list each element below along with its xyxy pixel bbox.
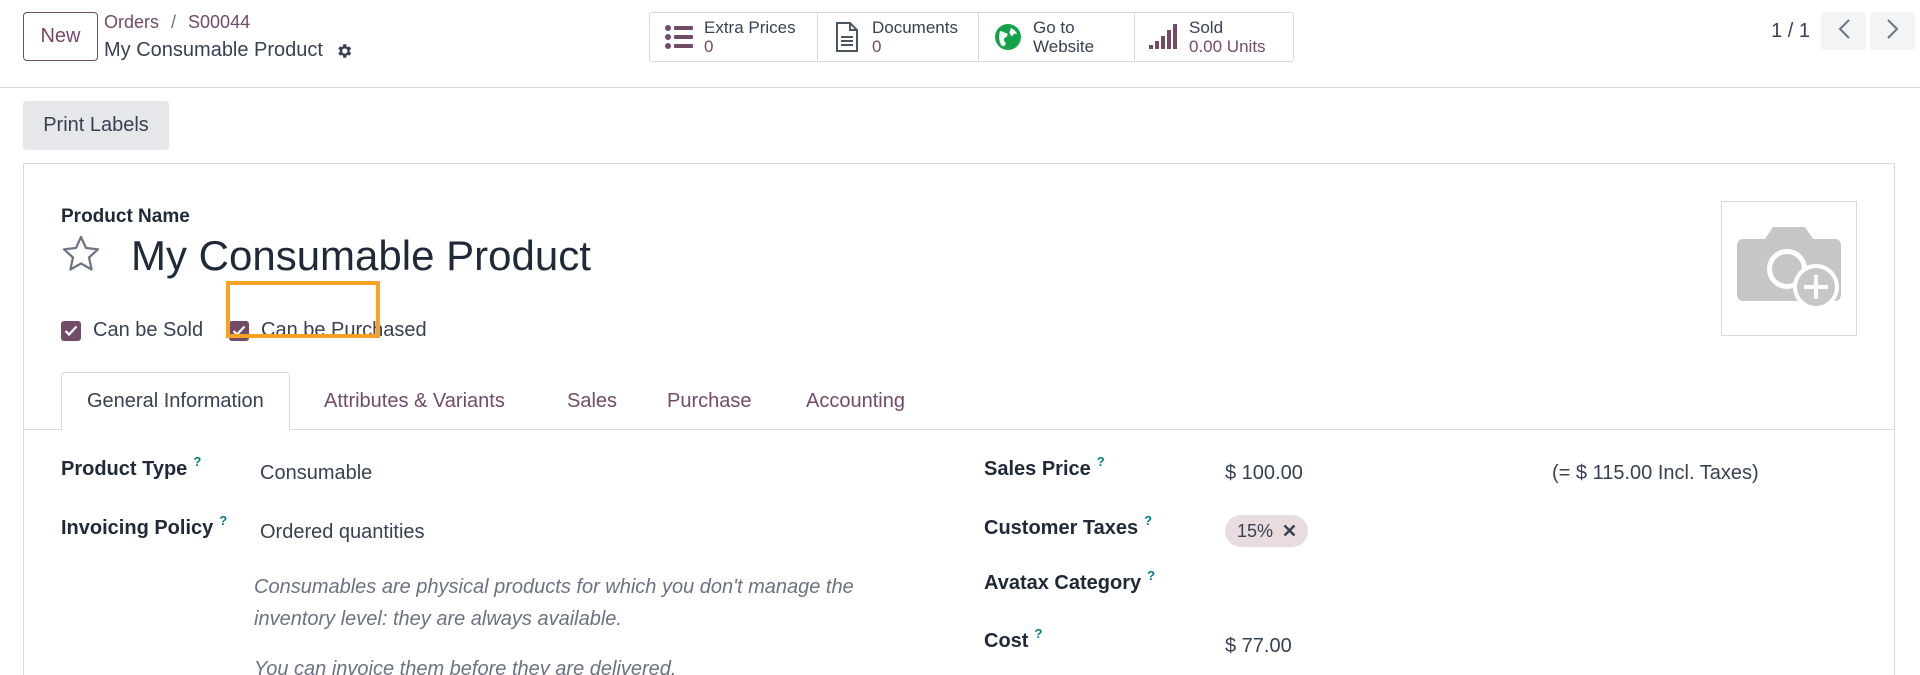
- gear-icon[interactable]: [335, 42, 353, 60]
- sold-button[interactable]: Sold 0.00 Units: [1135, 13, 1293, 61]
- customer-tax-tag: 15%: [1225, 515, 1309, 547]
- field-label-text: Invoicing Policy: [61, 517, 214, 539]
- invoicing-help-text: You can invoice them before they are del…: [254, 658, 677, 675]
- smart-button-label: Sold: [1189, 18, 1224, 37]
- tab-purchase[interactable]: Purchase: [667, 372, 752, 430]
- tab-general-information[interactable]: General Information: [61, 372, 290, 431]
- product-type-help-text: Consumables are physical products for wh…: [254, 576, 854, 630]
- list-icon: [664, 22, 694, 52]
- documents-button[interactable]: Documents 0: [818, 13, 979, 61]
- product-image-upload[interactable]: [1721, 201, 1857, 336]
- breadcrumb: Orders / S00044: [104, 12, 250, 33]
- smart-button-label: Go to: [1033, 18, 1075, 37]
- cost-label: Cost?: [984, 626, 1042, 653]
- new-button[interactable]: New: [23, 12, 98, 61]
- help-tooltip-icon[interactable]: ?: [1147, 568, 1155, 583]
- can-be-sold-checkbox[interactable]: Can be Sold: [61, 319, 203, 342]
- pager-value[interactable]: 1 / 1: [1771, 20, 1810, 43]
- tag-label: 15%: [1237, 520, 1274, 541]
- tab-sales[interactable]: Sales: [567, 372, 617, 430]
- product-type-label: Product Type?: [61, 454, 201, 481]
- smart-button-label: Documents: [872, 18, 958, 37]
- go-to-website-button[interactable]: Go to Website: [979, 13, 1135, 61]
- globe-icon: [993, 22, 1023, 52]
- smart-button-value: Website: [1033, 37, 1095, 56]
- form-sheet: Product Name My Consumable Product Can b…: [23, 163, 1895, 675]
- product-name-field[interactable]: My Consumable Product: [131, 232, 591, 280]
- help-tooltip-icon[interactable]: ?: [193, 454, 201, 469]
- checkbox-checked-icon: [61, 320, 81, 341]
- smart-button-value: 0.00 Units: [1189, 37, 1266, 56]
- incl-taxes-text: (= $ 115.00 Incl. Taxes): [1552, 462, 1759, 484]
- product-name-label: Product Name: [61, 206, 190, 227]
- record-title: My Consumable Product: [104, 39, 323, 61]
- help-tooltip-icon[interactable]: ?: [1034, 626, 1042, 641]
- help-tooltip-icon[interactable]: ?: [1097, 454, 1105, 469]
- record-title-row: My Consumable Product: [104, 39, 353, 62]
- smart-buttons: Extra Prices 0 Documents 0 Go to Website So…: [649, 12, 1294, 62]
- tab-accounting[interactable]: Accounting: [806, 372, 905, 430]
- avatax-category-label: Avatax Category?: [984, 568, 1155, 595]
- field-label-text: Avatax Category: [984, 572, 1142, 594]
- smart-button-label: Extra Prices: [704, 18, 796, 37]
- smart-button-value: 0: [872, 37, 882, 56]
- extra-prices-button[interactable]: Extra Prices 0: [650, 13, 818, 61]
- chevron-right-icon: [1886, 18, 1900, 45]
- help-tooltip-icon[interactable]: ?: [219, 513, 227, 528]
- chevron-left-icon: [1837, 18, 1851, 45]
- print-labels-button[interactable]: Print Labels: [23, 101, 169, 150]
- control-panel: New Orders / S00044 My Consumable Product …: [0, 0, 1920, 88]
- tab-attributes-variants[interactable]: Attributes & Variants: [324, 372, 505, 430]
- product-type-field[interactable]: Consumable: [260, 462, 372, 485]
- breadcrumb-order-ref[interactable]: S00044: [188, 12, 250, 32]
- pager-previous-button[interactable]: [1821, 12, 1866, 50]
- breadcrumb-separator: /: [171, 12, 177, 32]
- camera-add-icon: [1735, 219, 1843, 319]
- breadcrumb-orders[interactable]: Orders: [104, 12, 159, 32]
- pager-next-button[interactable]: [1870, 12, 1915, 50]
- sales-price-field[interactable]: $ 100.00: [1225, 462, 1303, 485]
- close-icon[interactable]: [1283, 521, 1296, 542]
- cost-field[interactable]: $ 77.00: [1225, 635, 1292, 658]
- bar-chart-icon: [1149, 22, 1179, 52]
- help-tooltip-icon[interactable]: ?: [1144, 513, 1152, 528]
- document-icon: [832, 22, 862, 52]
- field-label-text: Customer Taxes: [984, 517, 1139, 539]
- field-label-text: Product Type: [61, 458, 188, 480]
- invoicing-policy-field[interactable]: Ordered quantities: [260, 521, 425, 544]
- star-icon[interactable]: [61, 234, 101, 274]
- sales-price-label: Sales Price?: [984, 454, 1105, 481]
- checkbox-label: Can be Sold: [93, 319, 204, 341]
- field-label-text: Cost: [984, 630, 1029, 652]
- customer-taxes-label: Customer Taxes?: [984, 513, 1152, 540]
- highlight-box: [226, 281, 380, 338]
- smart-button-value: 0: [704, 37, 714, 56]
- notebook-tabs: General Information Attributes & Variant…: [24, 372, 1894, 431]
- field-label-text: Sales Price: [984, 458, 1091, 480]
- invoicing-policy-label: Invoicing Policy?: [61, 513, 227, 540]
